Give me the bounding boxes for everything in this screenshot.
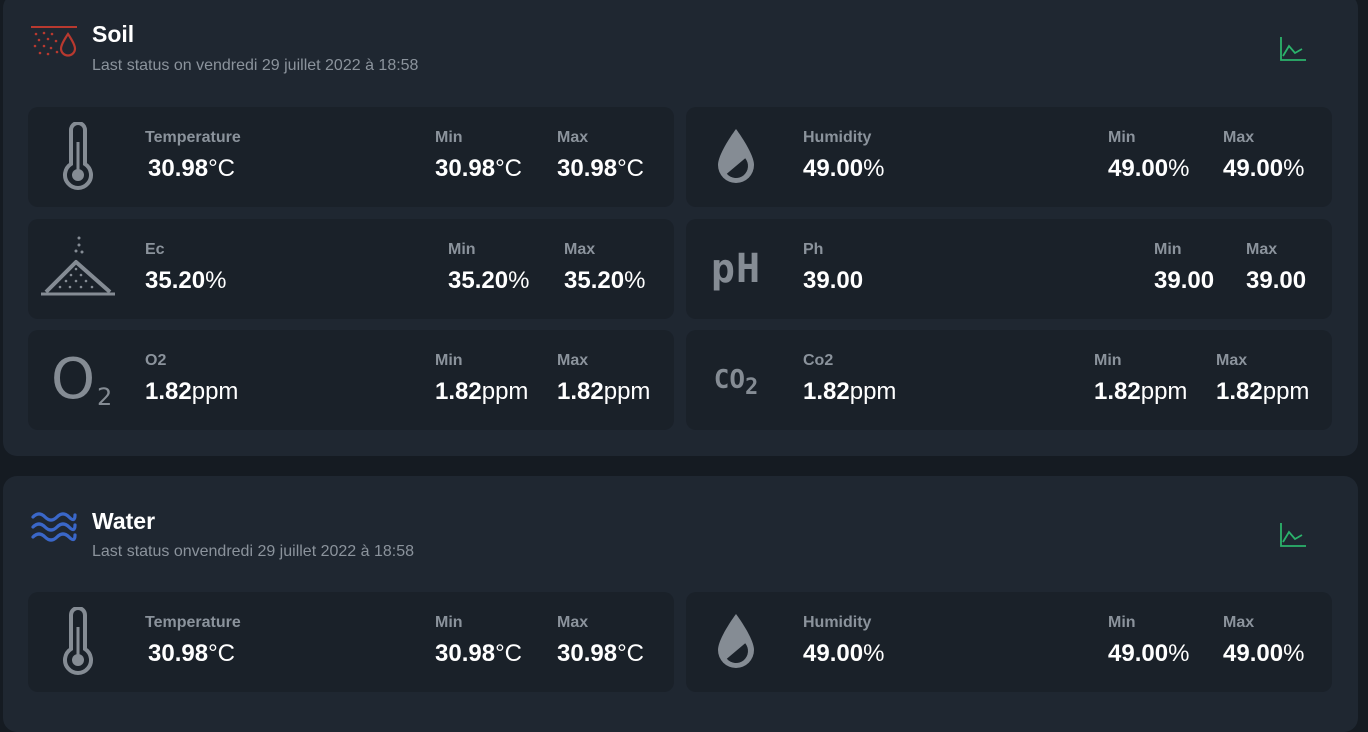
droplet-icon bbox=[696, 602, 776, 682]
o2-icon: O 2 bbox=[51, 347, 113, 412]
min-label: Min bbox=[1094, 352, 1122, 369]
water-chart-button[interactable] bbox=[1278, 520, 1308, 550]
water-subtitle: Last status onvendredi 29 juillet 2022 à… bbox=[92, 543, 415, 560]
metric-label: Humidity bbox=[803, 129, 872, 146]
fertilizer-pile-icon bbox=[38, 229, 118, 309]
min-value: 1.82ppm bbox=[1094, 378, 1188, 405]
metric-label: O2 bbox=[145, 352, 167, 369]
water-temperature-card: Temperature 30.98°C Min 30.98°C Max 30.9… bbox=[28, 592, 674, 692]
soil-humidity-card: Humidity 49.00% Min 49.00% Max 49.00% bbox=[686, 107, 1332, 207]
water-header: Water Last status onvendredi 29 juillet … bbox=[3, 476, 1358, 566]
min-label: Min bbox=[1154, 241, 1182, 258]
max-label: Max bbox=[1216, 352, 1248, 369]
droplet-icon bbox=[696, 117, 776, 197]
max-value: 39.00 bbox=[1246, 267, 1307, 294]
metric-label: Temperature bbox=[145, 129, 241, 146]
thermometer-icon bbox=[38, 117, 118, 197]
soil-title: Soil bbox=[92, 21, 135, 47]
metric-value: 35.20% bbox=[145, 267, 227, 294]
soil-temperature-card: Temperature 30.98°C Min 30.98°C Max 30.9… bbox=[28, 107, 674, 207]
min-label: Min bbox=[435, 614, 463, 631]
min-value: 49.00% bbox=[1108, 640, 1190, 667]
max-value: 35.20% bbox=[564, 267, 646, 294]
max-label: Max bbox=[564, 241, 596, 258]
soil-co2-card: CO2 Co2 1.82ppm Min 1.82ppm Max 1.82ppm bbox=[686, 330, 1332, 430]
metric-value: 39.00 bbox=[803, 267, 864, 294]
water-humidity-card: Humidity 49.00% Min 49.00% Max 49.00% bbox=[686, 592, 1332, 692]
soil-o2-card: O 2 O2 1.82ppm Min 1.82ppm Max 1.82ppm bbox=[28, 330, 674, 430]
soil-subtitle: Last status on vendredi 29 juillet 2022 … bbox=[92, 57, 419, 74]
soil-chart-button[interactable] bbox=[1278, 34, 1308, 64]
soil-ph-card: pH Ph 39.00 Min 39.00 Max 39.00 bbox=[686, 219, 1332, 319]
min-label: Min bbox=[435, 352, 463, 369]
metric-label: Temperature bbox=[145, 614, 241, 631]
chart-icon bbox=[1280, 523, 1306, 547]
min-value: 30.98°C bbox=[435, 155, 522, 182]
co2-icon: CO2 bbox=[713, 365, 759, 400]
metric-value: 49.00% bbox=[803, 155, 885, 182]
water-waves-icon bbox=[30, 508, 78, 548]
metric-value: 1.82ppm bbox=[803, 378, 897, 405]
thermometer-icon bbox=[38, 602, 118, 682]
max-value: 30.98°C bbox=[557, 640, 644, 667]
min-label: Min bbox=[1108, 129, 1136, 146]
soil-icon bbox=[30, 24, 78, 64]
water-title: Water bbox=[92, 508, 156, 534]
min-value: 1.82ppm bbox=[435, 378, 529, 405]
min-value: 39.00 bbox=[1154, 267, 1215, 294]
max-value: 30.98°C bbox=[557, 155, 644, 182]
max-label: Max bbox=[1223, 129, 1255, 146]
max-label: Max bbox=[1223, 614, 1255, 631]
soil-ec-card: Ec 35.20% Min 35.20% Max 35.20% bbox=[28, 219, 674, 319]
max-label: Max bbox=[1246, 241, 1278, 258]
min-label: Min bbox=[1108, 614, 1136, 631]
min-value: 49.00% bbox=[1108, 155, 1190, 182]
metric-value: 30.98°C bbox=[148, 155, 235, 182]
max-label: Max bbox=[557, 129, 589, 146]
chart-icon bbox=[1280, 37, 1306, 61]
min-label: Min bbox=[448, 241, 476, 258]
max-value: 1.82ppm bbox=[1216, 378, 1310, 405]
max-value: 1.82ppm bbox=[557, 378, 651, 405]
water-panel: Water Last status onvendredi 29 juillet … bbox=[3, 476, 1358, 732]
soil-panel: Soil Last status on vendredi 29 juillet … bbox=[3, 0, 1358, 456]
metric-label: Co2 bbox=[803, 352, 834, 369]
metric-label: Humidity bbox=[803, 614, 872, 631]
min-label: Min bbox=[435, 129, 463, 146]
metric-label: Ph bbox=[803, 241, 824, 258]
max-label: Max bbox=[557, 352, 589, 369]
max-value: 49.00% bbox=[1223, 640, 1305, 667]
max-label: Max bbox=[557, 614, 589, 631]
min-value: 35.20% bbox=[448, 267, 530, 294]
metric-value: 1.82ppm bbox=[145, 378, 239, 405]
soil-header: Soil Last status on vendredi 29 juillet … bbox=[3, 0, 1358, 84]
metric-value: 49.00% bbox=[803, 640, 885, 667]
max-value: 49.00% bbox=[1223, 155, 1305, 182]
metric-label: Ec bbox=[145, 241, 165, 258]
ph-icon: pH bbox=[710, 246, 762, 292]
metric-value: 30.98°C bbox=[148, 640, 235, 667]
min-value: 30.98°C bbox=[435, 640, 522, 667]
